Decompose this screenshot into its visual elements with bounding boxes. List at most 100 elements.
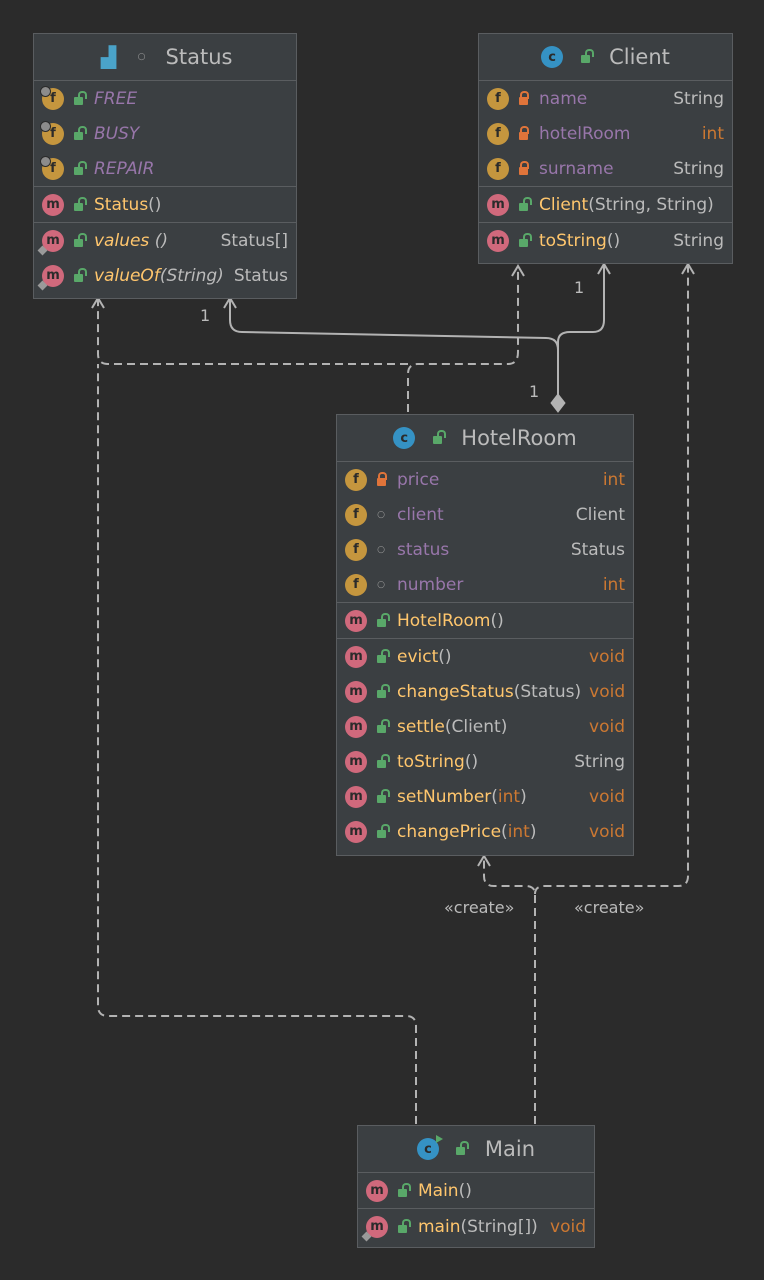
method-name: changePrice bbox=[397, 821, 502, 842]
method-icon: m bbox=[487, 229, 509, 252]
method-params-open: ( bbox=[501, 821, 508, 842]
method-row[interactable]: m changeStatus(Status) void bbox=[337, 674, 633, 709]
field-type: Status bbox=[570, 539, 625, 560]
method-icon: m bbox=[42, 193, 64, 216]
constructor-row[interactable]: m Status() bbox=[34, 187, 296, 222]
method-param-type: int bbox=[507, 821, 530, 842]
client-constructors: m Client(String, String) bbox=[479, 187, 732, 223]
method-params-open: ( bbox=[491, 786, 498, 807]
constructor-params: (String, String) bbox=[588, 194, 714, 215]
field-name: status bbox=[397, 539, 450, 560]
public-icon bbox=[371, 753, 391, 768]
method-row[interactable]: m toString() String bbox=[479, 223, 732, 258]
status-class-header[interactable]: ▟ ○ Status bbox=[34, 34, 296, 81]
return-type: void bbox=[589, 786, 625, 807]
method-icon: m bbox=[366, 1179, 388, 1202]
field-row[interactable]: f price int bbox=[337, 462, 633, 497]
field-row[interactable]: f ○ number int bbox=[337, 567, 633, 602]
public-icon bbox=[68, 267, 88, 282]
client-class-box[interactable]: c Client f name String f hotelRoom int f… bbox=[478, 33, 733, 264]
status-class-box[interactable]: ▟ ○ Status f FREE f BUSY f REPAIR m Stat… bbox=[33, 33, 297, 299]
method-row[interactable]: m main(String[]) void bbox=[358, 1209, 594, 1244]
method-name: main bbox=[418, 1216, 461, 1237]
field-row[interactable]: f name String bbox=[479, 81, 732, 116]
enum-constant-row[interactable]: f REPAIR bbox=[34, 151, 296, 186]
private-lock-icon bbox=[513, 125, 533, 140]
field-row[interactable]: f ○ client Client bbox=[337, 497, 633, 532]
public-icon bbox=[451, 1141, 471, 1155]
method-row[interactable]: m setNumber(int) void bbox=[337, 779, 633, 814]
method-row[interactable]: m evict() void bbox=[337, 639, 633, 674]
field-icon: f bbox=[40, 85, 64, 110]
enum-constant-name: REPAIR bbox=[94, 158, 155, 179]
method-icon: m bbox=[345, 820, 367, 843]
main-methods: m main(String[]) void bbox=[358, 1209, 594, 1244]
public-icon bbox=[371, 788, 391, 803]
field-type: String bbox=[673, 88, 724, 109]
multiplicity-status: 1 bbox=[200, 306, 211, 325]
field-name: surname bbox=[539, 158, 614, 179]
client-class-header[interactable]: c Client bbox=[479, 34, 732, 81]
constructor-row[interactable]: m HotelRoom() bbox=[337, 603, 633, 638]
method-param-type: int bbox=[497, 786, 521, 807]
method-icon: m bbox=[345, 645, 367, 668]
return-type: String bbox=[673, 230, 724, 251]
method-params: () bbox=[438, 646, 452, 667]
method-row[interactable]: m valueOf(String) Status bbox=[34, 258, 296, 293]
public-icon bbox=[371, 683, 391, 698]
public-icon bbox=[513, 232, 533, 247]
constructor-params: () bbox=[458, 1180, 472, 1201]
public-icon bbox=[371, 718, 391, 733]
hotelroom-class-box[interactable]: c HotelRoom f price int f ○ client Clien… bbox=[336, 414, 634, 856]
hotelroom-class-header[interactable]: c HotelRoom bbox=[337, 415, 633, 462]
field-icon: f bbox=[487, 87, 509, 110]
field-row[interactable]: f hotelRoom int bbox=[479, 116, 732, 151]
create-label-hotelroom: «create» bbox=[444, 898, 515, 917]
public-icon bbox=[513, 196, 533, 211]
association-hotelroom-status bbox=[229, 300, 559, 402]
public-icon bbox=[371, 648, 391, 663]
public-icon bbox=[68, 90, 88, 105]
enum-constant-row[interactable]: f BUSY bbox=[34, 116, 296, 151]
public-icon bbox=[371, 612, 391, 627]
return-type: void bbox=[589, 821, 625, 842]
method-row[interactable]: m settle(Client) void bbox=[337, 709, 633, 744]
main-class-box[interactable]: c Main m Main() m main(String[]) void bbox=[357, 1125, 595, 1248]
static-method-icon: m bbox=[37, 264, 64, 290]
method-icon: m bbox=[345, 750, 367, 773]
class-icon: c bbox=[541, 46, 564, 68]
enum-constant-row[interactable]: f FREE bbox=[34, 81, 296, 116]
constructor-params: () bbox=[490, 610, 504, 631]
enum-constant-name: BUSY bbox=[94, 123, 140, 144]
field-name: hotelRoom bbox=[539, 123, 631, 144]
method-params: () bbox=[464, 751, 479, 772]
public-icon bbox=[371, 823, 391, 838]
method-icon: m bbox=[345, 680, 367, 703]
static-method-icon: m bbox=[361, 1215, 388, 1241]
constructor-row[interactable]: m Main() bbox=[358, 1173, 594, 1208]
enum-constant-name: FREE bbox=[94, 88, 138, 109]
class-icon: c bbox=[393, 427, 416, 449]
method-name: changeStatus bbox=[397, 681, 514, 702]
method-name: toString bbox=[397, 751, 465, 772]
constructor-name: Main bbox=[418, 1180, 459, 1201]
method-row[interactable]: m values () Status[] bbox=[34, 223, 296, 258]
method-row[interactable]: m changePrice(int) void bbox=[337, 814, 633, 849]
constructor-name: Client bbox=[539, 194, 589, 215]
field-row[interactable]: f surname String bbox=[479, 151, 732, 186]
main-constructors: m Main() bbox=[358, 1173, 594, 1209]
field-name: number bbox=[397, 574, 464, 595]
field-icon: f bbox=[40, 120, 64, 145]
field-row[interactable]: f ○ status Status bbox=[337, 532, 633, 567]
constructor-row[interactable]: m Client(String, String) bbox=[479, 187, 732, 222]
constructor-name: HotelRoom bbox=[397, 610, 491, 631]
method-params: () bbox=[149, 230, 168, 251]
method-row[interactable]: m toString() String bbox=[337, 744, 633, 779]
method-name: toString bbox=[539, 230, 607, 251]
status-constants: f FREE f BUSY f REPAIR bbox=[34, 81, 296, 187]
main-class-header[interactable]: c Main bbox=[358, 1126, 594, 1173]
client-fields: f name String f hotelRoom int f surname … bbox=[479, 81, 732, 187]
field-name: name bbox=[539, 88, 588, 109]
return-type: void bbox=[589, 646, 625, 667]
return-type: Status[] bbox=[220, 230, 288, 251]
